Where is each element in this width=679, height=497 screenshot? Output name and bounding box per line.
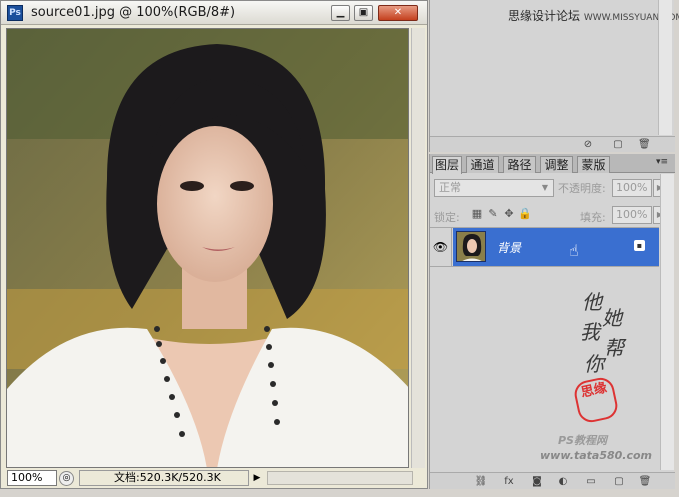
site-watermark: 思缘设计论坛 WWW.MISSYUAN.COM [508, 7, 679, 24]
mask-icon[interactable]: ◙ [530, 475, 544, 488]
status-menu-arrow-icon[interactable]: ▶ [251, 471, 263, 485]
new-layer-icon[interactable]: ▢ [612, 475, 626, 488]
zoom-level-field[interactable]: 100% [7, 470, 57, 486]
layers-footer-toolbar: ⛓ fx ◙ ◐ ▭ ▢ 🗑 [430, 472, 675, 489]
eye-icon[interactable]: 👁 [430, 228, 452, 266]
tab-layers[interactable]: 图层 [432, 156, 462, 174]
panel-tabs: 图层 通道 路径 调整 蒙版 ▾≡ [430, 154, 675, 174]
maximize-button[interactable]: ▣ [354, 5, 373, 21]
tab-masks[interactable]: 蒙版 [577, 156, 610, 173]
site-url: www.tata580.com [540, 449, 653, 462]
red-seal-stamp: 思缘 [572, 375, 620, 425]
no-entry-icon[interactable]: ⊘ [582, 139, 594, 151]
trash-icon[interactable]: 🗑 [638, 475, 652, 488]
handwriting-char: 她 [602, 306, 622, 330]
status-bar: 100% ◎ 文档:520.3K/520.3K ▶ [5, 470, 425, 487]
checker-lock-icon[interactable]: ▦ [470, 207, 484, 221]
document-title: source01.jpg @ 100%(RGB/8#) [31, 5, 236, 20]
opacity-field[interactable]: 100% [612, 179, 652, 197]
trash-icon[interactable]: 🗑 [638, 139, 651, 151]
layer-name[interactable]: 背景 [497, 239, 521, 256]
adjustment-icon[interactable]: ◐ [556, 475, 570, 488]
move-lock-icon[interactable]: ✥ [502, 207, 516, 221]
status-info-icon[interactable]: ◎ [59, 471, 74, 486]
site-name: PS教程网 [558, 434, 607, 447]
layer-item-background[interactable]: 背景 ☝ ▪ [453, 228, 659, 266]
site-watermark-text: 思缘设计论坛 [508, 9, 581, 23]
history-panel: 思缘设计论坛 WWW.MISSYUAN.COM ⊘ ▢ 🗑 [429, 0, 679, 152]
panel-menu-icon[interactable]: ▾≡ [656, 157, 668, 167]
portrait-photo [7, 29, 408, 467]
layer-lock-icon: ▪ [634, 240, 645, 251]
folder-icon[interactable]: ▭ [584, 475, 598, 488]
opacity-label: 不透明度: [558, 182, 606, 195]
brush-lock-icon[interactable]: ✎ [486, 207, 500, 221]
tab-adjustments[interactable]: 调整 [540, 156, 573, 173]
canvas-horizontal-scrollbar[interactable] [267, 471, 413, 485]
layers-panel: 图层 通道 路径 调整 蒙版 ▾≡ 正常 ▼ 不透明度: 100% ▶ 锁定: … [429, 154, 675, 489]
hand-cursor-icon: ☝ [569, 241, 579, 260]
fill-label: 填充: [580, 211, 606, 224]
minimize-button[interactable]: ▁ [331, 5, 350, 21]
layer-thumbnail [456, 231, 486, 262]
new-snapshot-icon[interactable]: ▢ [612, 139, 624, 151]
history-scrollbar[interactable] [658, 0, 672, 135]
handwriting-char: 我 [580, 320, 600, 344]
chevron-down-icon[interactable]: ▼ [537, 179, 553, 197]
link-icon[interactable]: ⛓ [474, 475, 488, 488]
handwriting-char: 帮 [604, 336, 624, 360]
history-footer: ⊘ ▢ 🗑 [430, 136, 675, 152]
image-canvas[interactable] [6, 28, 409, 468]
layer-row[interactable]: 👁 背景 ☝ ▪ [430, 227, 659, 267]
photoshop-logo-icon: Ps [7, 5, 23, 21]
canvas-vertical-scrollbar[interactable] [411, 28, 425, 468]
handwriting-char: 你 [584, 352, 604, 376]
fx-icon[interactable]: fx [502, 475, 516, 488]
lock-label: 锁定: [434, 211, 460, 224]
tab-paths[interactable]: 路径 [503, 156, 536, 173]
tab-channels[interactable]: 通道 [466, 156, 499, 173]
screen: Ps source01.jpg @ 100%(RGB/8#) ▁ ▣ ✕ 100… [0, 0, 679, 497]
document-window: Ps source01.jpg @ 100%(RGB/8#) ▁ ▣ ✕ 100… [0, 0, 428, 489]
fill-field[interactable]: 100% [612, 206, 652, 224]
blend-mode-select[interactable]: 正常 [434, 179, 554, 197]
handwriting-char: 他 [582, 290, 602, 314]
document-size-info: 文档:520.3K/520.3K [79, 470, 249, 486]
padlock-icon[interactable]: 🔒 [518, 207, 532, 221]
document-titlebar[interactable]: Ps source01.jpg @ 100%(RGB/8#) ▁ ▣ ✕ [1, 1, 427, 25]
layers-scrollbar[interactable] [660, 174, 674, 470]
close-button[interactable]: ✕ [378, 5, 418, 21]
